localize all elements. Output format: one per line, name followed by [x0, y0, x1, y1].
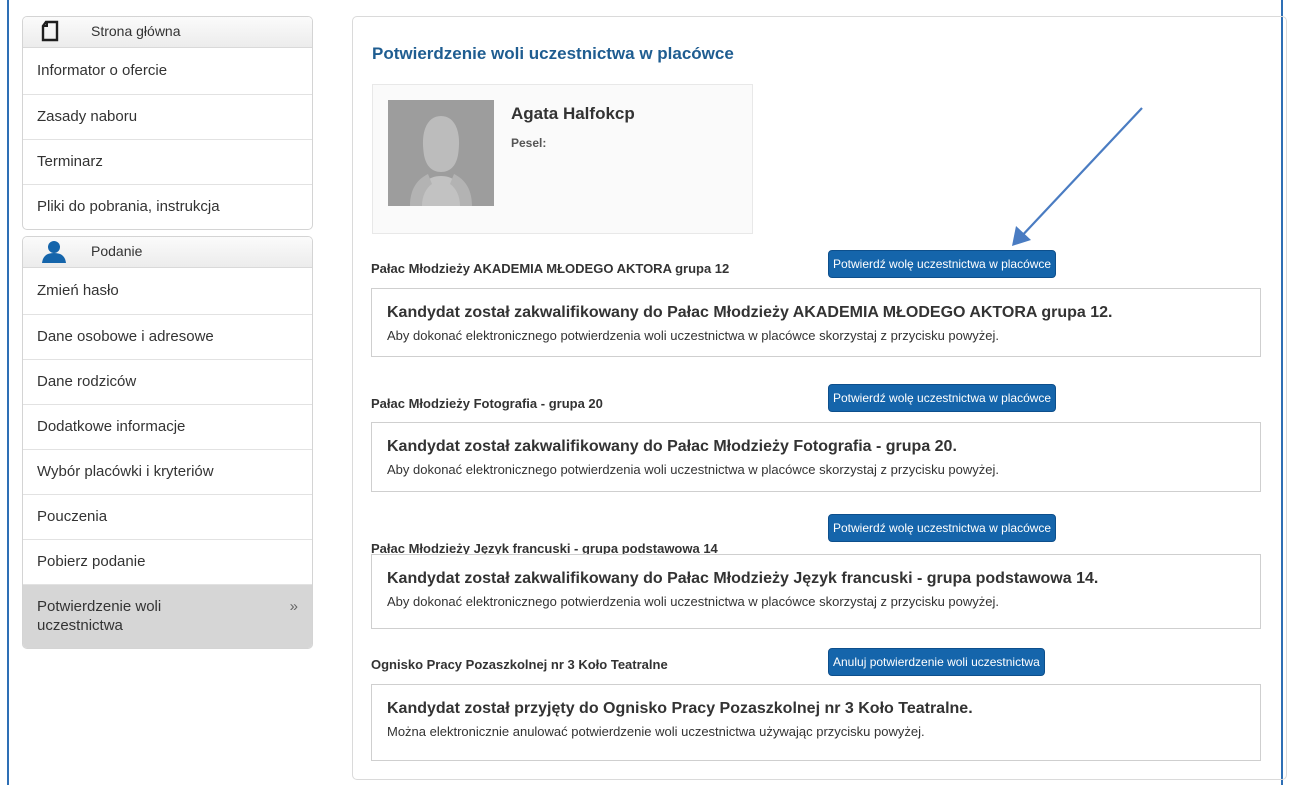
candidate-card: Agata Halfokcp Pesel: — [372, 84, 753, 234]
home-panel-title: Strona główna — [91, 23, 181, 39]
confirm-participation-button[interactable]: Potwierdź wolę uczestnictwa w placówce — [828, 250, 1057, 278]
sidebar-item-pliki[interactable]: Pliki do pobrania, instrukcja — [23, 184, 312, 229]
sidebar-item-potwierdzenie-woli[interactable]: Potwierdzenie woli uczestnictwa » — [23, 584, 312, 648]
status-info: Aby dokonać elektronicznego potwierdzeni… — [387, 462, 999, 477]
sidebar-item-zasady-naboru[interactable]: Zasady naboru — [23, 94, 312, 139]
institution-label: Ognisko Pracy Pozaszkolnej nr 3 Koło Tea… — [371, 657, 668, 672]
sidebar-item-zmien-haslo[interactable]: Zmień hasło — [23, 268, 312, 314]
sidebar-item-label: Dodatkowe informacje — [37, 418, 186, 435]
sidebar-item-label: Zmień hasło — [37, 282, 119, 299]
status-title: Kandydat został zakwalifikowany do Pałac… — [387, 304, 1113, 321]
sidebar-item-label: Zasady naboru — [37, 108, 138, 125]
sidebar-item-label: Pouczenia — [37, 508, 108, 525]
window-frame-left — [7, 0, 9, 785]
sidebar-item-dodatkowe-informacje[interactable]: Dodatkowe informacje — [23, 404, 312, 449]
institution-label: Pałac Młodzieży Fotografia - grupa 20 — [371, 396, 603, 411]
page-title: Potwierdzenie woli uczestnictwa w placów… — [372, 44, 734, 63]
sidebar-item-terminarz[interactable]: Terminarz — [23, 139, 312, 184]
home-panel: Strona główna Informator o ofercie Zasad… — [22, 16, 313, 230]
pesel-label: Pesel: — [511, 136, 547, 150]
sidebar: Strona główna Informator o ofercie Zasad… — [22, 16, 313, 649]
home-panel-header[interactable]: Strona główna — [23, 17, 312, 48]
sidebar-item-dane-osobowe[interactable]: Dane osobowe i adresowe — [23, 314, 312, 359]
status-box: Kandydat został przyjęty do Ognisko Prac… — [371, 684, 1261, 761]
sidebar-item-label: Pobierz podanie — [37, 553, 146, 570]
candidate-name: Agata Halfokcp — [511, 104, 635, 123]
status-info: Aby dokonać elektronicznego potwierdzeni… — [387, 594, 999, 609]
status-title: Kandydat został przyjęty do Ognisko Prac… — [387, 700, 973, 717]
confirm-participation-button[interactable]: Potwierdź wolę uczestnictwa w placówce — [828, 514, 1057, 542]
application-panel: Podanie Zmień hasło Dane osobowe i adres… — [22, 236, 313, 649]
application-panel-header[interactable]: Podanie — [23, 237, 312, 268]
main-content: Potwierdzenie woli uczestnictwa w placów… — [352, 16, 1287, 780]
sidebar-item-informator[interactable]: Informator o ofercie — [23, 48, 312, 94]
sidebar-item-pouczenia[interactable]: Pouczenia — [23, 494, 312, 539]
cancel-confirmation-button[interactable]: Anuluj potwierdzenie woli uczestnictwa — [828, 648, 1045, 676]
sidebar-item-label: Pliki do pobrania, instrukcja — [37, 198, 220, 215]
sidebar-item-wybor-placowki[interactable]: Wybór placówki i kryteriów — [23, 449, 312, 494]
status-info: Aby dokonać elektronicznego potwierdzeni… — [387, 328, 999, 343]
sidebar-item-pobierz-podanie[interactable]: Pobierz podanie — [23, 539, 312, 584]
sidebar-item-dane-rodzicow[interactable]: Dane rodziców — [23, 359, 312, 404]
status-box: Kandydat został zakwalifikowany do Pałac… — [371, 554, 1261, 629]
avatar — [388, 100, 494, 206]
status-title: Kandydat został zakwalifikowany do Pałac… — [387, 570, 1099, 587]
sidebar-item-label: Potwierdzenie woli uczestnictwa — [37, 598, 162, 634]
sidebar-item-label: Wybór placówki i kryteriów — [37, 463, 214, 480]
sidebar-item-label: Dane rodziców — [37, 373, 137, 390]
person-silhouette-icon — [388, 100, 494, 206]
sidebar-item-label: Informator o ofercie — [37, 62, 168, 79]
status-box: Kandydat został zakwalifikowany do Pałac… — [371, 422, 1261, 492]
chevron-right-icon: » — [289, 598, 298, 615]
confirm-participation-button[interactable]: Potwierdź wolę uczestnictwa w placówce — [828, 384, 1057, 412]
application-panel-title: Podanie — [91, 243, 143, 259]
sidebar-item-label: Dane osobowe i adresowe — [37, 328, 214, 345]
status-info: Można elektronicznie anulować potwierdze… — [387, 724, 925, 739]
user-icon — [40, 240, 68, 269]
document-icon — [40, 20, 60, 47]
sidebar-item-label: Terminarz — [37, 153, 103, 170]
status-box: Kandydat został zakwalifikowany do Pałac… — [371, 288, 1261, 357]
institution-label: Pałac Młodzieży AKADEMIA MŁODEGO AKTORA … — [371, 261, 730, 276]
status-title: Kandydat został zakwalifikowany do Pałac… — [387, 438, 957, 455]
